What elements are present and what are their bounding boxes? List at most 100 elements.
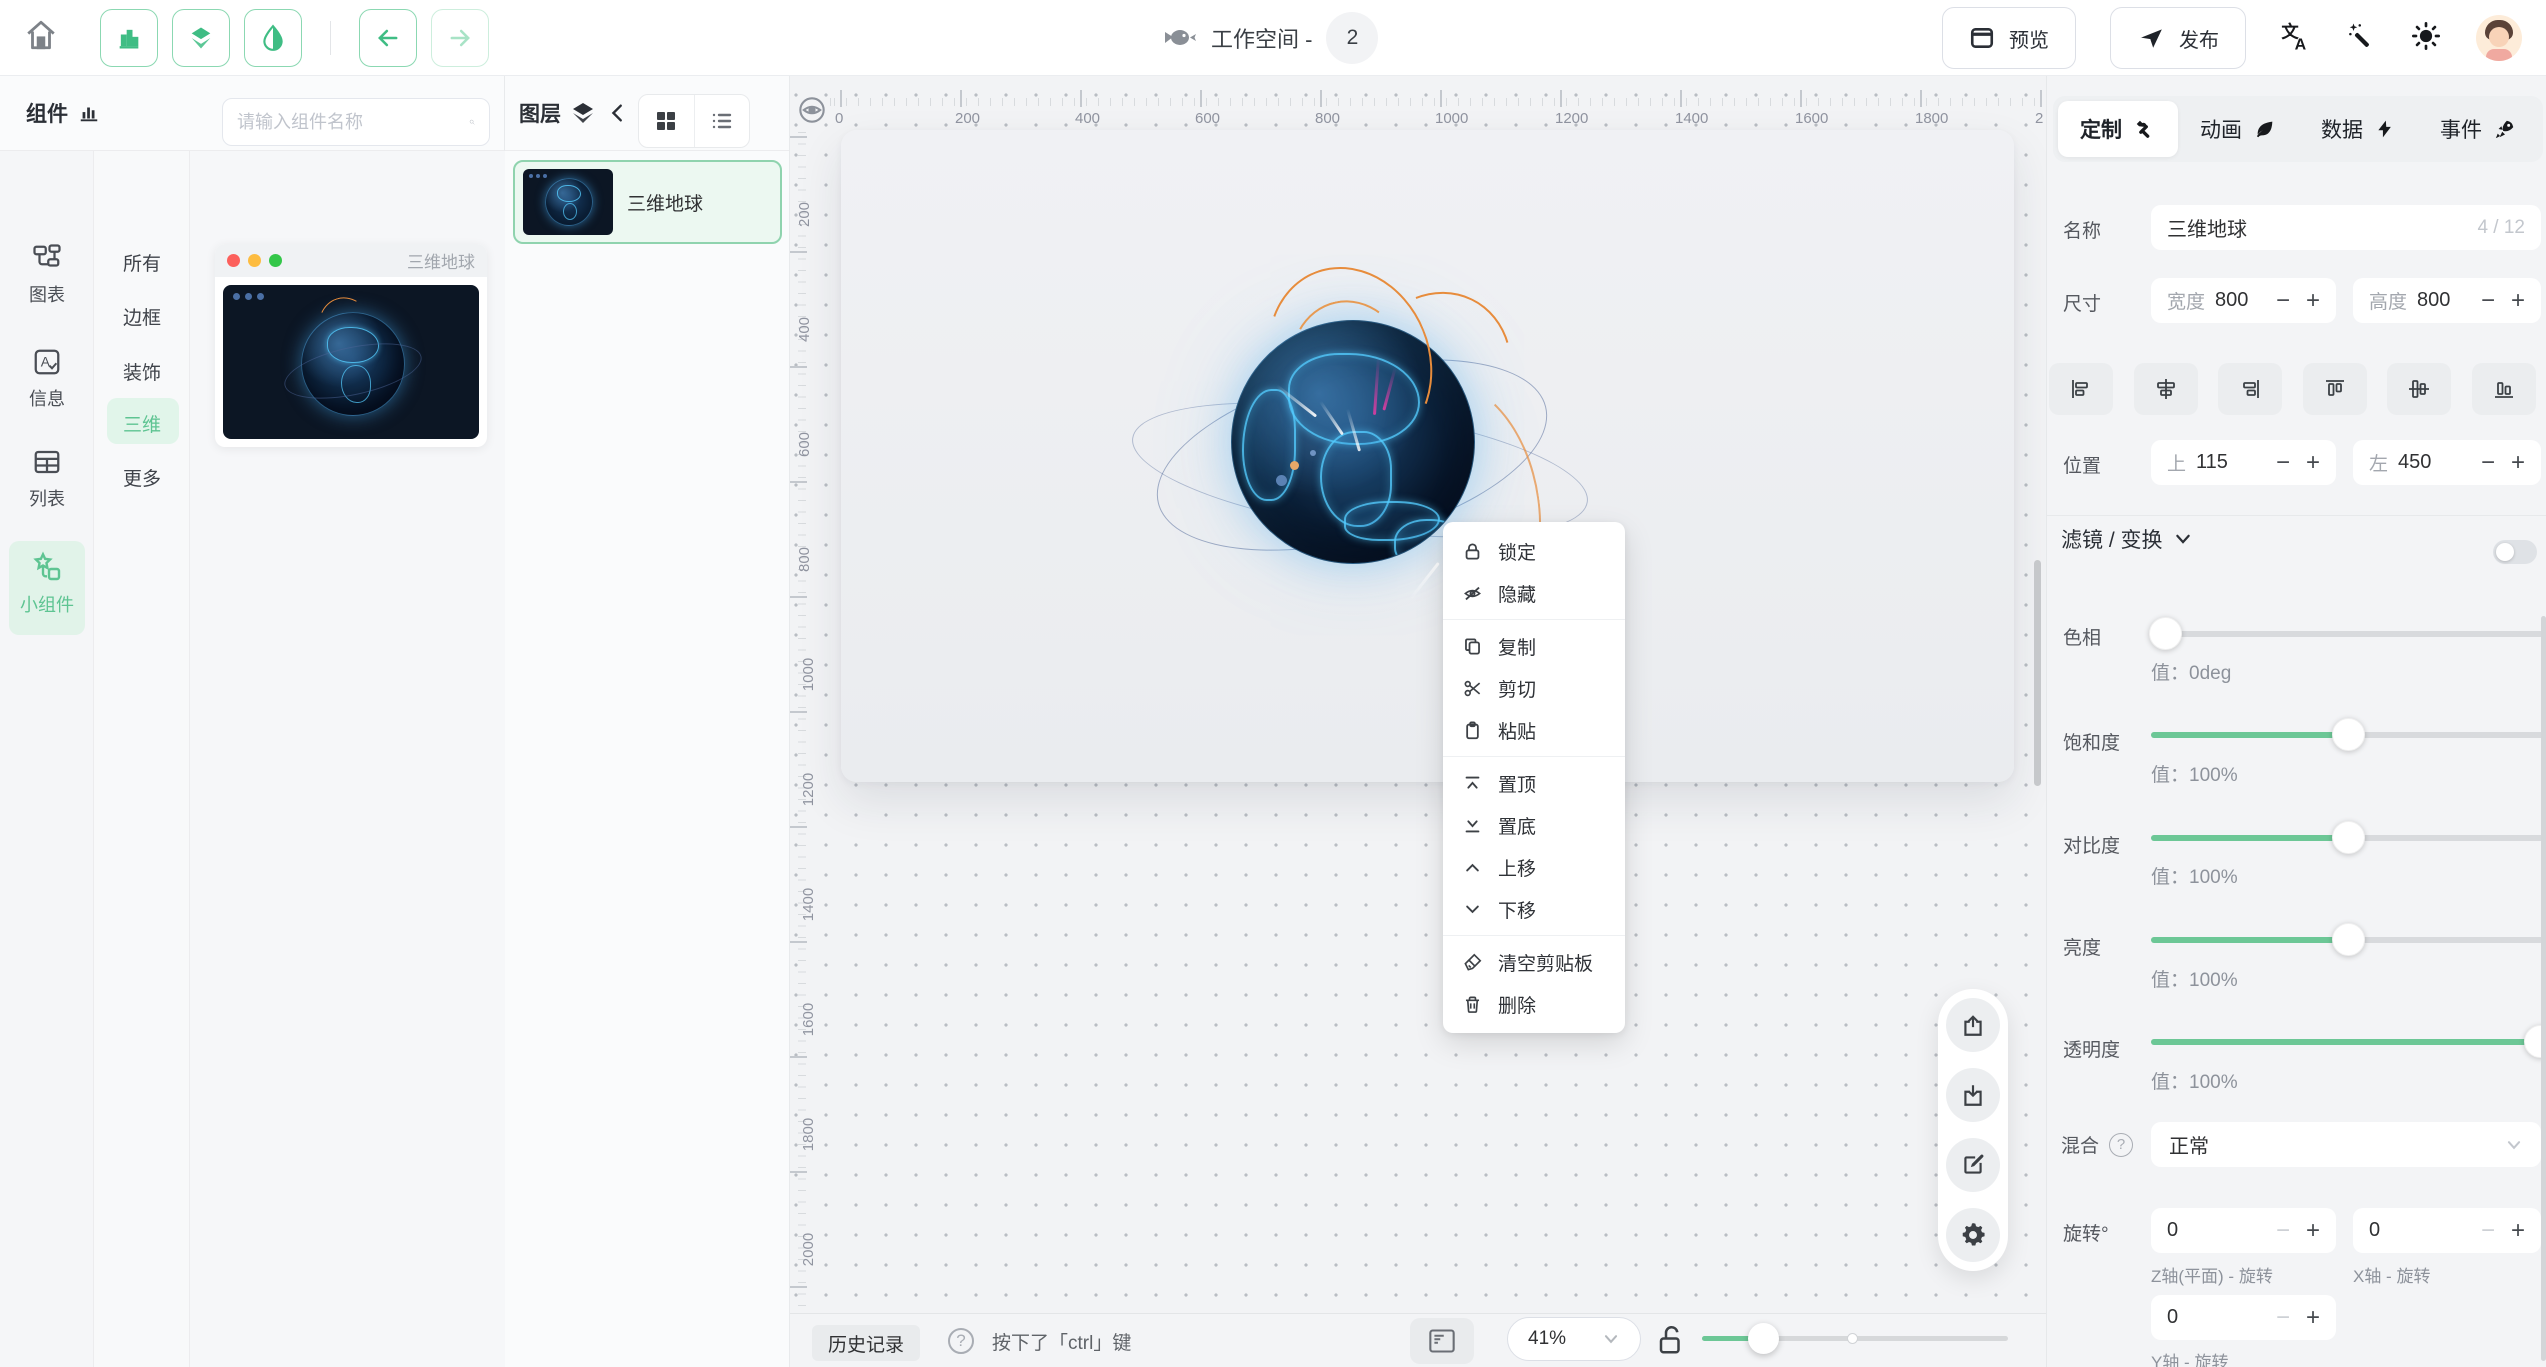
tab-events[interactable]: 事件 (2418, 101, 2538, 157)
search-icon[interactable] (469, 111, 475, 133)
rotation-y-decrement-button[interactable]: − (2276, 1306, 2290, 1330)
theme-sun-icon[interactable] (2410, 20, 2442, 57)
unlock-icon[interactable] (1656, 1324, 1686, 1363)
height-stepper[interactable]: 高度 800 −+ (2353, 278, 2541, 323)
category-decoration[interactable]: 装饰 (94, 358, 190, 385)
align-left-button[interactable] (2049, 363, 2113, 415)
sidebar-item-charts[interactable]: 图表 (0, 243, 94, 307)
menu-item-copy[interactable]: 复制 (1443, 625, 1625, 667)
align-horizontal-center-button[interactable] (2134, 363, 2198, 415)
undo-button[interactable] (359, 9, 417, 67)
tab-data[interactable]: 数据 (2298, 101, 2418, 157)
sidebar-item-list[interactable]: 列表 (0, 447, 94, 511)
category-border[interactable]: 边框 (94, 303, 190, 330)
language-icon[interactable]: 文A (2280, 20, 2312, 57)
sidebar-item-info[interactable]: A 信息 (0, 347, 94, 411)
rotation-x-stepper[interactable]: 0 −+ (2353, 1208, 2541, 1253)
category-3d[interactable]: 三维 (94, 410, 190, 437)
home-icon[interactable] (24, 18, 58, 57)
tab-customize[interactable]: 定制 (2058, 101, 2178, 157)
menu-item-send-to-back[interactable]: 置底 (1443, 804, 1625, 846)
layer-grid-view-button[interactable] (639, 95, 695, 147)
workspace-badge[interactable]: 2 (1326, 12, 1378, 64)
width-decrement-button[interactable]: − (2276, 289, 2290, 313)
canvas-area[interactable]: 0200400600800100012001400160018002 20040… (790, 76, 2046, 1313)
export-button[interactable] (1946, 998, 2000, 1052)
ruler-eye-icon[interactable] (794, 92, 830, 128)
rotation-y-stepper[interactable]: 0 −+ (2151, 1295, 2336, 1340)
app-root: 工作空间 - 2 预览 发布 文A (0, 0, 2546, 1367)
menu-item-hide[interactable]: 隐藏 (1443, 572, 1625, 614)
rotation-z-decrement-button[interactable]: − (2276, 1219, 2290, 1243)
sidebar-item-widgets[interactable]: 小组件 (0, 551, 94, 617)
menu-item-cut[interactable]: 剪切 (1443, 667, 1625, 709)
category-more[interactable]: 更多 (94, 464, 190, 491)
rotation-z-stepper[interactable]: 0 −+ (2151, 1208, 2336, 1253)
rotation-y-increment-button[interactable]: + (2306, 1306, 2320, 1330)
align-right-button[interactable] (2218, 363, 2282, 415)
align-vertical-center-button[interactable] (2387, 363, 2451, 415)
saturation-slider[interactable] (2151, 732, 2544, 738)
blend-mode-select[interactable]: 正常 (2151, 1122, 2541, 1167)
redo-button[interactable] (431, 9, 489, 67)
menu-item-clear-clipboard[interactable]: 清空剪贴板 (1443, 941, 1625, 983)
avatar[interactable] (2476, 15, 2522, 61)
layers-panel-toggle-button[interactable] (172, 9, 230, 67)
opacity-slider[interactable] (2151, 1039, 2544, 1045)
history-button[interactable]: 历史记录 (812, 1325, 920, 1361)
left-increment-button[interactable]: + (2511, 451, 2525, 475)
align-top-button[interactable] (2303, 363, 2367, 415)
edit-button[interactable] (1946, 1138, 2000, 1192)
height-increment-button[interactable]: + (2511, 289, 2525, 313)
component-card-3d-earth[interactable]: 三维地球 (215, 244, 487, 447)
preview-button[interactable]: 预览 (1942, 7, 2076, 69)
category-all[interactable]: 所有 (94, 249, 190, 276)
zoom-slider[interactable] (1702, 1336, 2008, 1341)
panel-scrollbar[interactable] (2541, 616, 2546, 1361)
blend-help-icon[interactable]: ? (2109, 1133, 2133, 1157)
layer-list-view-button[interactable] (695, 95, 750, 147)
zoom-select[interactable]: 41% (1507, 1317, 1641, 1361)
position-left-stepper[interactable]: 左 450 −+ (2353, 440, 2541, 485)
menu-item-bring-to-front[interactable]: 置顶 (1443, 762, 1625, 804)
align-bottom-button[interactable] (2472, 363, 2536, 415)
contrast-slider[interactable] (2151, 835, 2544, 841)
help-icon[interactable]: ? (948, 1328, 974, 1354)
import-button[interactable] (1946, 1068, 2000, 1122)
canvas-scrollbar[interactable] (2034, 560, 2041, 786)
left-decrement-button[interactable]: − (2481, 451, 2495, 475)
width-stepper[interactable]: 宽度 800 −+ (2151, 278, 2336, 323)
top-prefix: 上 (2167, 449, 2186, 476)
theme-panel-toggle-button[interactable] (244, 9, 302, 67)
width-increment-button[interactable]: + (2306, 289, 2320, 313)
rotation-x-increment-button[interactable]: + (2511, 1219, 2525, 1243)
tab-animation[interactable]: 动画 (2178, 101, 2298, 157)
publish-button[interactable]: 发布 (2110, 7, 2246, 69)
top-decrement-button[interactable]: − (2276, 451, 2290, 475)
blend-label: 混合 (2061, 1131, 2099, 1158)
rotation-x-decrement-button[interactable]: − (2481, 1219, 2495, 1243)
brightness-slider[interactable] (2151, 937, 2544, 943)
zoom-slider-handle[interactable] (1748, 1323, 1779, 1354)
top-increment-button[interactable]: + (2306, 451, 2320, 475)
magic-wand-icon[interactable] (2346, 21, 2376, 56)
component-search-input[interactable] (237, 112, 469, 133)
settings-button[interactable] (1946, 1208, 2000, 1262)
rotation-z-increment-button[interactable]: + (2306, 1219, 2320, 1243)
filter-transform-header[interactable]: 滤镜 / 变换 (2061, 524, 2193, 554)
menu-item-paste[interactable]: 粘贴 (1443, 709, 1625, 751)
menu-item-delete[interactable]: 删除 (1443, 983, 1625, 1025)
menu-item-move-up[interactable]: 上移 (1443, 846, 1625, 888)
filter-transform-toggle[interactable] (2493, 540, 2537, 564)
position-top-stepper[interactable]: 上 115 −+ (2151, 440, 2336, 485)
header-actions: 预览 发布 文A (1942, 0, 2522, 76)
height-decrement-button[interactable]: − (2481, 289, 2495, 313)
collapse-panel-icon[interactable] (607, 100, 629, 126)
chart-panel-toggle-button[interactable] (100, 9, 158, 67)
detail-panel-button[interactable] (1410, 1318, 1474, 1364)
menu-item-move-down[interactable]: 下移 (1443, 888, 1625, 930)
layer-item-3d-earth[interactable]: 三维地球 (513, 160, 782, 244)
menu-item-lock[interactable]: 锁定 (1443, 530, 1625, 572)
name-input[interactable]: 三维地球 4 / 12 (2151, 205, 2541, 250)
hue-slider[interactable] (2151, 631, 2544, 637)
